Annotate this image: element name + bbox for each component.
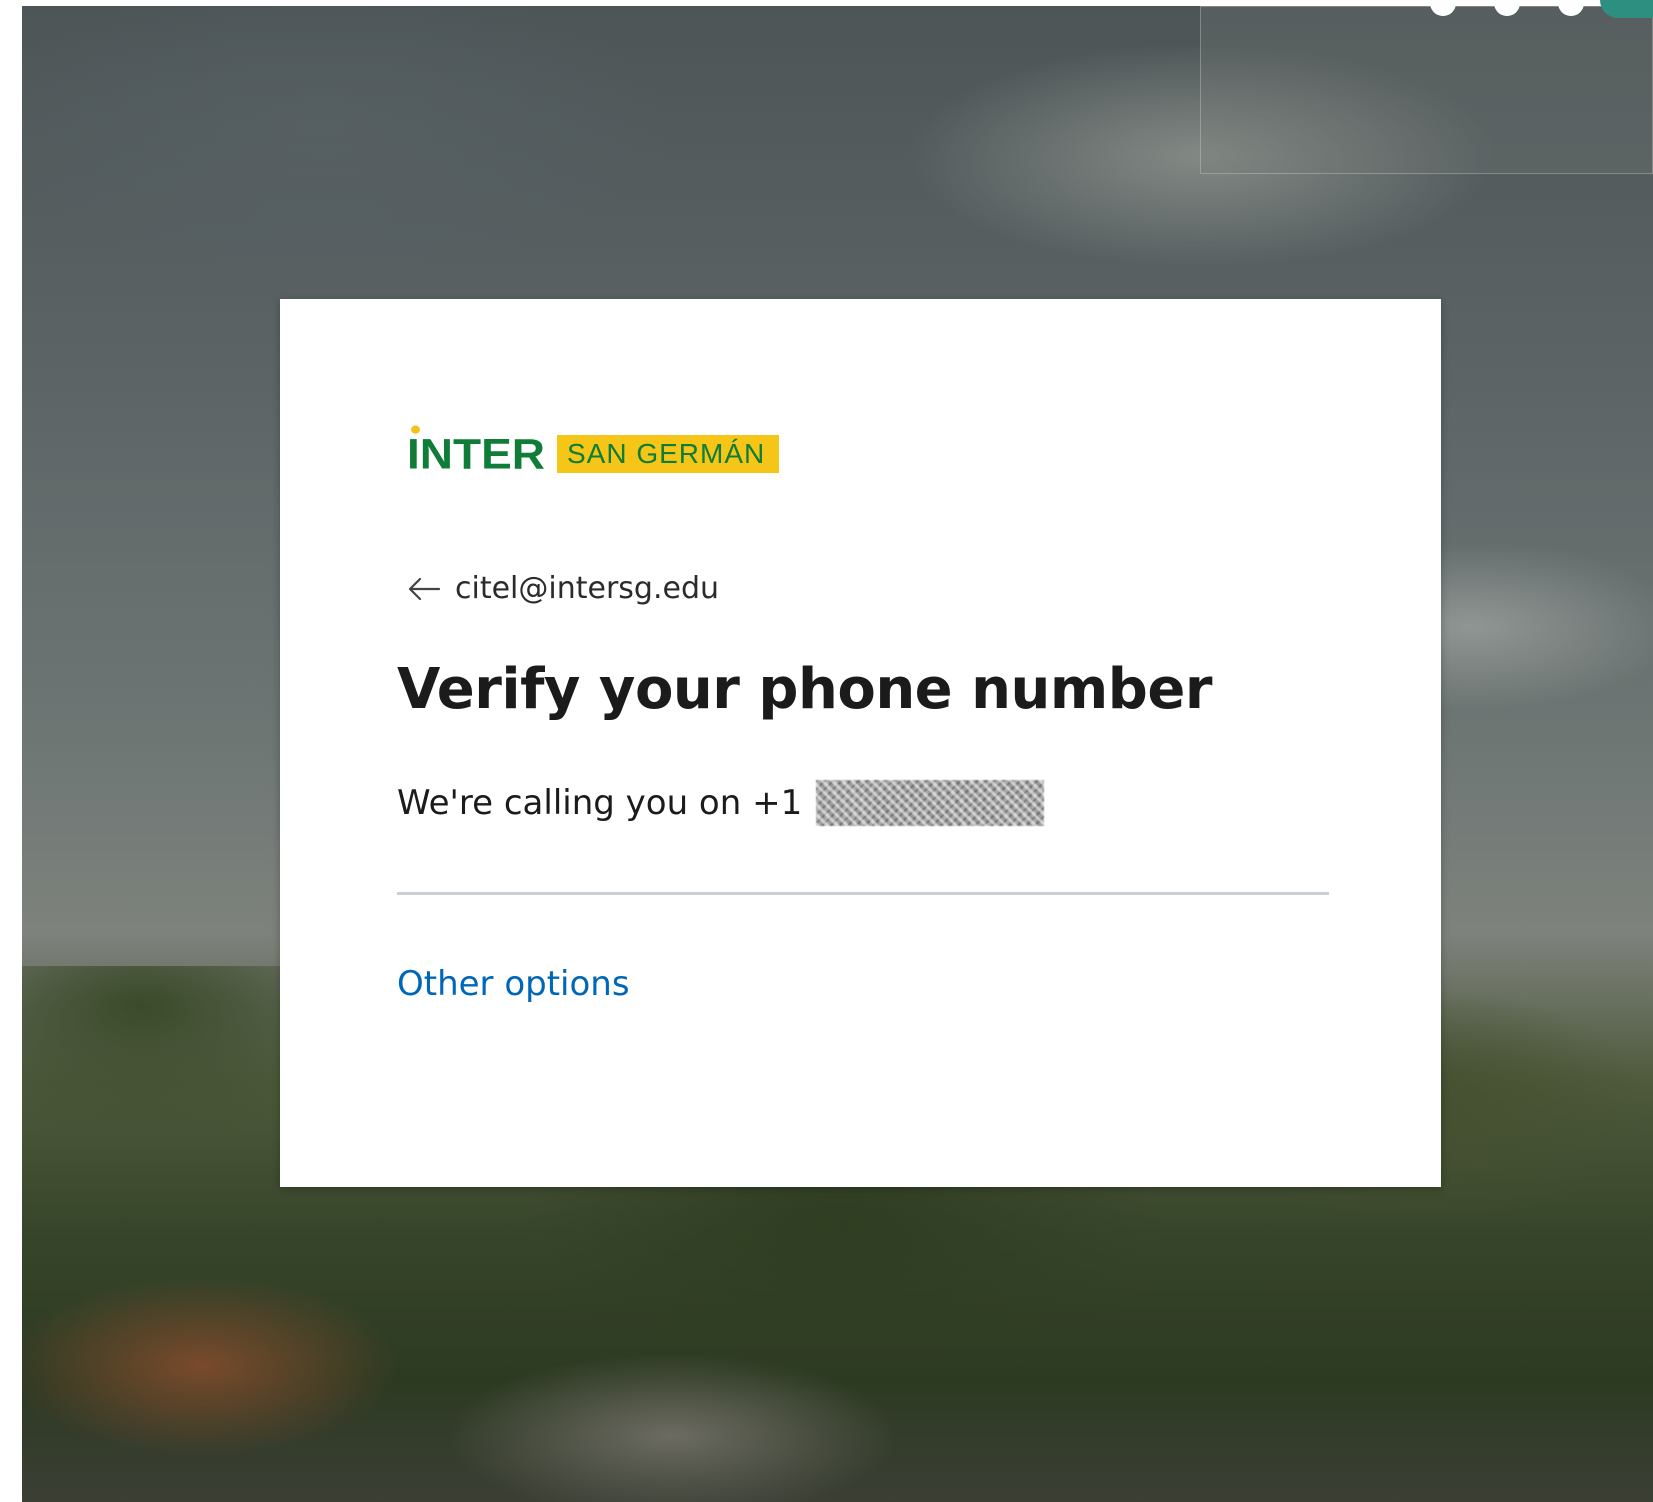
call-progress-fill (397, 892, 1329, 895)
dot-icon (1558, 0, 1584, 16)
corner-ring-decoration (1600, 0, 1653, 18)
masked-phone-number (816, 780, 1045, 826)
calling-status: We're calling you on +1 (397, 780, 1045, 826)
logo-campus-label: SAN GERMÁN (557, 435, 780, 473)
logo-inter-wordmark: INTER (407, 425, 545, 475)
page-title: Verify your phone number (397, 657, 1212, 722)
dot-icon (1494, 0, 1520, 16)
dot-icon (1430, 0, 1456, 16)
call-progress-bar (397, 892, 1329, 895)
corner-overlay-panel (1200, 6, 1653, 174)
calling-text: We're calling you on +1 (397, 783, 803, 823)
account-email: citel@intersg.edu (455, 571, 720, 606)
logo-dot-icon (411, 425, 420, 434)
other-options-link[interactable]: Other options (397, 964, 630, 1004)
arrow-left-icon[interactable] (407, 576, 441, 602)
organization-logo: INTER SAN GERMÁN (407, 425, 780, 477)
sign-in-card: INTER SAN GERMÁN citel@intersg.edu Verif… (280, 299, 1441, 1187)
back-to-account-button[interactable]: citel@intersg.edu (407, 571, 719, 606)
corner-decoration (1430, 0, 1584, 16)
